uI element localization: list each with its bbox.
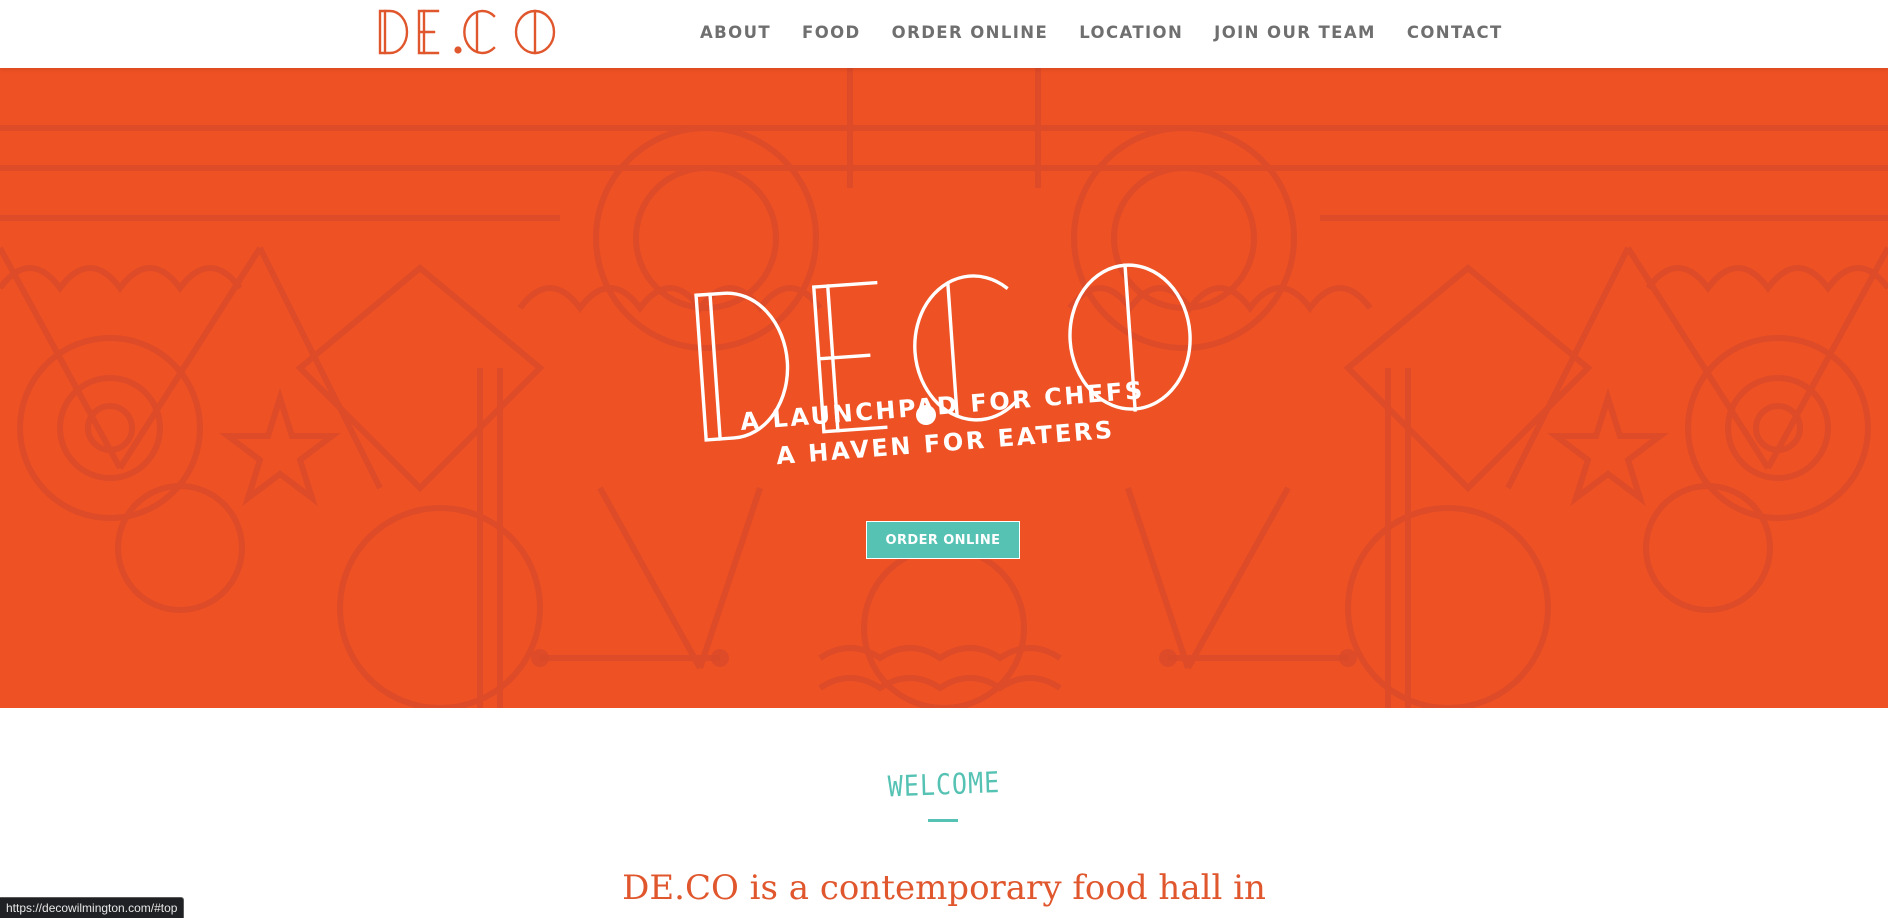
nav-about[interactable]: ABOUT (700, 23, 771, 42)
nav-order-online[interactable]: ORDER ONLINE (892, 23, 1049, 42)
site-header: ABOUT FOOD ORDER ONLINE LOCATION JOIN OU… (0, 0, 1888, 68)
welcome-headline: DE.CO is a contemporary food hall in (622, 868, 1266, 908)
hero-banner: A LAUNCHPAD FOR CHEFS A HAVEN FOR EATERS… (0, 68, 1888, 708)
logo[interactable] (376, 6, 560, 58)
status-url-tooltip: https://decowilmington.com/#top (0, 897, 185, 918)
nav-food[interactable]: FOOD (802, 23, 861, 42)
nav-contact[interactable]: CONTACT (1407, 23, 1503, 42)
nav-join-our-team[interactable]: JOIN OUR TEAM (1214, 23, 1376, 42)
order-online-button[interactable]: ORDER ONLINE (866, 521, 1020, 559)
main-nav: ABOUT FOOD ORDER ONLINE LOCATION JOIN OU… (700, 0, 1503, 64)
welcome-label: WELCOME (887, 765, 1001, 804)
welcome-divider (928, 819, 958, 822)
nav-location[interactable]: LOCATION (1079, 23, 1183, 42)
